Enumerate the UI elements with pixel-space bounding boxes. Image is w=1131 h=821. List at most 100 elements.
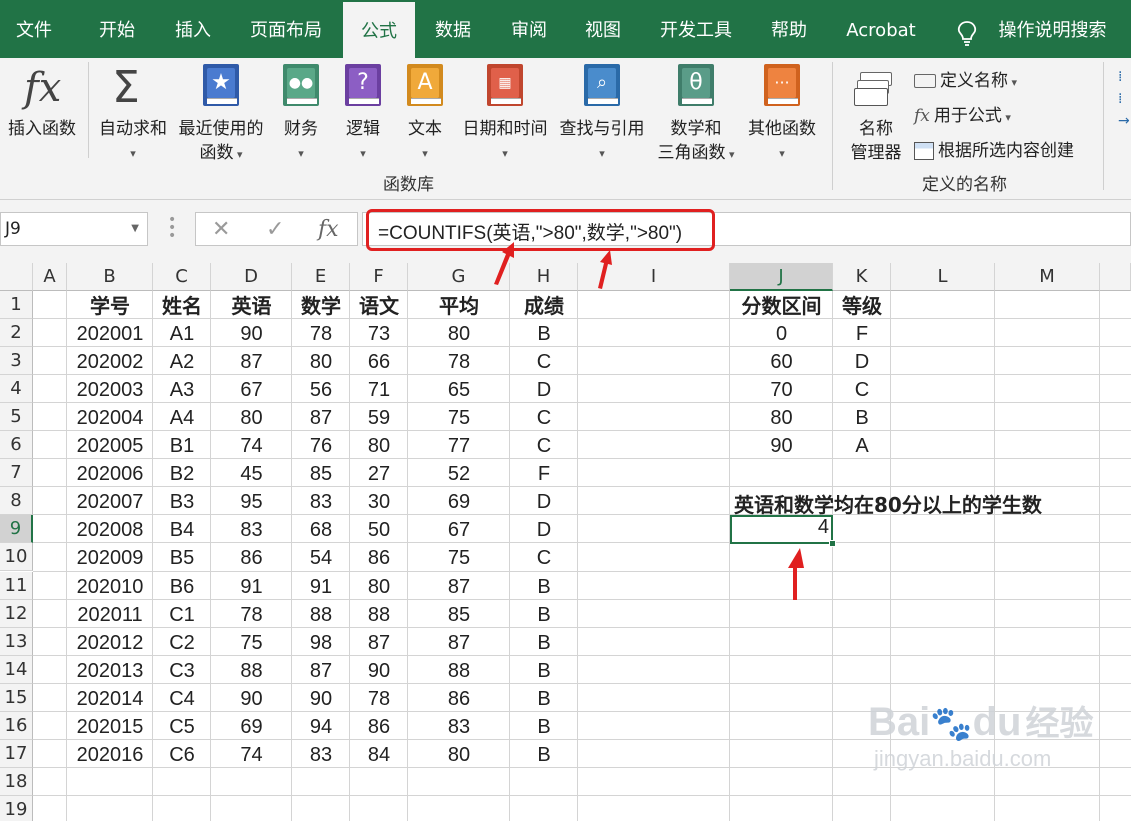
row-header-6[interactable]: 6 [0,431,33,460]
row-header-17[interactable]: 17 [0,739,33,768]
name-box[interactable]: J9 ▼ [0,212,148,246]
tab-review[interactable]: 审阅 [496,0,562,60]
column-label-cell[interactable]: 语文 [350,292,408,320]
create-from-selection-button[interactable]: 根据所选内容创建 [914,136,1074,161]
data-cell[interactable]: 202011 [67,601,153,629]
column-header-n[interactable] [1100,263,1131,291]
row-header-7[interactable]: 7 [0,459,33,488]
data-cell[interactable]: 87 [292,657,350,685]
data-cell[interactable]: B [510,713,578,741]
trace-icon[interactable]: ⁞ ⁞ → [1118,66,1131,136]
data-cell[interactable]: 86 [350,713,408,741]
data-cell[interactable]: 78 [408,348,510,376]
data-cell[interactable]: C [510,544,578,572]
row-header-15[interactable]: 15 [0,683,33,712]
data-cell[interactable]: 202009 [67,544,153,572]
data-cell[interactable]: 75 [211,629,292,657]
data-cell[interactable]: 90 [350,657,408,685]
data-cell[interactable]: C4 [153,685,211,713]
result-cell[interactable]: 4 [733,516,829,539]
data-cell[interactable]: 68 [292,516,350,544]
data-cell[interactable]: 83 [292,488,350,516]
data-cell[interactable]: 87 [408,573,510,601]
data-cell[interactable]: 202010 [67,573,153,601]
data-cell[interactable]: 91 [292,573,350,601]
row-header-19[interactable]: 19 [0,795,33,821]
data-cell[interactable]: B [510,741,578,769]
recently-used-button[interactable]: ★ 最近使用的 函数 ▾ [174,62,268,163]
data-cell[interactable]: 73 [350,320,408,348]
data-cell[interactable]: 0 [730,320,833,348]
financial-button[interactable]: ●● 财务 ▾ [276,62,326,162]
data-cell[interactable]: 86 [350,544,408,572]
data-cell[interactable]: D [510,488,578,516]
data-cell[interactable]: A1 [153,320,211,348]
autosum-button[interactable]: Σ 自动求和 ▾ [96,62,170,162]
data-cell[interactable]: B [510,573,578,601]
data-cell[interactable]: 202006 [67,460,153,488]
column-label-cell[interactable]: 数学 [292,292,350,320]
data-cell[interactable]: 202001 [67,320,153,348]
data-cell[interactable]: B4 [153,516,211,544]
use-in-formula-button[interactable]: fx 用于公式 ▾ [914,101,1011,126]
column-label-cell[interactable]: 平均 [408,292,510,320]
data-cell[interactable]: 91 [211,573,292,601]
data-cell[interactable]: 78 [350,685,408,713]
data-cell[interactable]: 90 [211,685,292,713]
data-cell[interactable]: 66 [350,348,408,376]
data-cell[interactable]: 87 [350,629,408,657]
data-cell[interactable]: 70 [730,376,833,404]
data-cell[interactable]: 202016 [67,741,153,769]
data-cell[interactable]: 74 [211,741,292,769]
lookup-reference-button[interactable]: ⌕ 查找与引用 ▾ [555,62,649,162]
column-label-cell[interactable]: 学号 [67,292,153,320]
data-cell[interactable]: 75 [408,404,510,432]
data-cell[interactable]: 76 [292,432,350,460]
insert-function-icon[interactable]: fx [318,217,339,243]
column-label-cell[interactable]: 等级 [833,292,891,320]
column-header-d[interactable]: D [211,263,292,291]
row-header-3[interactable]: 3 [0,347,33,376]
column-header-j[interactable]: J [730,263,833,291]
data-cell[interactable]: 30 [350,488,408,516]
data-cell[interactable]: 202015 [67,713,153,741]
data-cell[interactable]: 69 [211,713,292,741]
data-cell[interactable]: 67 [408,516,510,544]
data-cell[interactable]: 85 [408,601,510,629]
tab-developer[interactable]: 开发工具 [648,0,744,60]
data-cell[interactable]: 78 [292,320,350,348]
column-header-l[interactable]: L [891,263,995,291]
data-cell[interactable]: 69 [408,488,510,516]
data-cell[interactable]: 71 [350,376,408,404]
row-header-8[interactable]: 8 [0,487,33,516]
data-cell[interactable]: 87 [292,404,350,432]
cancel-icon[interactable]: ✕ [212,217,230,243]
data-cell[interactable]: 52 [408,460,510,488]
column-label-cell[interactable]: 姓名 [153,292,211,320]
data-cell[interactable]: 202013 [67,657,153,685]
more-functions-button[interactable]: ··· 其他函数 ▾ [742,62,822,162]
row-header-13[interactable]: 13 [0,627,33,656]
column-header-b[interactable]: B [67,263,153,291]
math-trig-button[interactable]: θ 数学和 三角函数 ▾ [650,62,742,163]
note-cell[interactable]: 英语和数学均在80分以上的学生数 [734,489,1042,518]
tab-insert[interactable]: 插入 [160,0,226,60]
tab-data[interactable]: 数据 [420,0,486,60]
data-cell[interactable]: 27 [350,460,408,488]
data-cell[interactable]: B [510,685,578,713]
tab-help[interactable]: 帮助 [756,0,822,60]
data-cell[interactable]: 80 [350,573,408,601]
data-cell[interactable]: 56 [292,376,350,404]
column-label-cell[interactable]: 成绩 [510,292,578,320]
data-cell[interactable]: C [510,404,578,432]
data-cell[interactable]: 202004 [67,404,153,432]
column-header-f[interactable]: F [350,263,408,291]
data-cell[interactable]: 202003 [67,376,153,404]
data-cell[interactable]: D [833,348,891,376]
data-cell[interactable]: 88 [350,601,408,629]
row-header-5[interactable]: 5 [0,403,33,432]
data-cell[interactable]: 90 [730,432,833,460]
data-cell[interactable]: 87 [211,348,292,376]
column-header-e[interactable]: E [292,263,350,291]
data-cell[interactable]: 95 [211,488,292,516]
